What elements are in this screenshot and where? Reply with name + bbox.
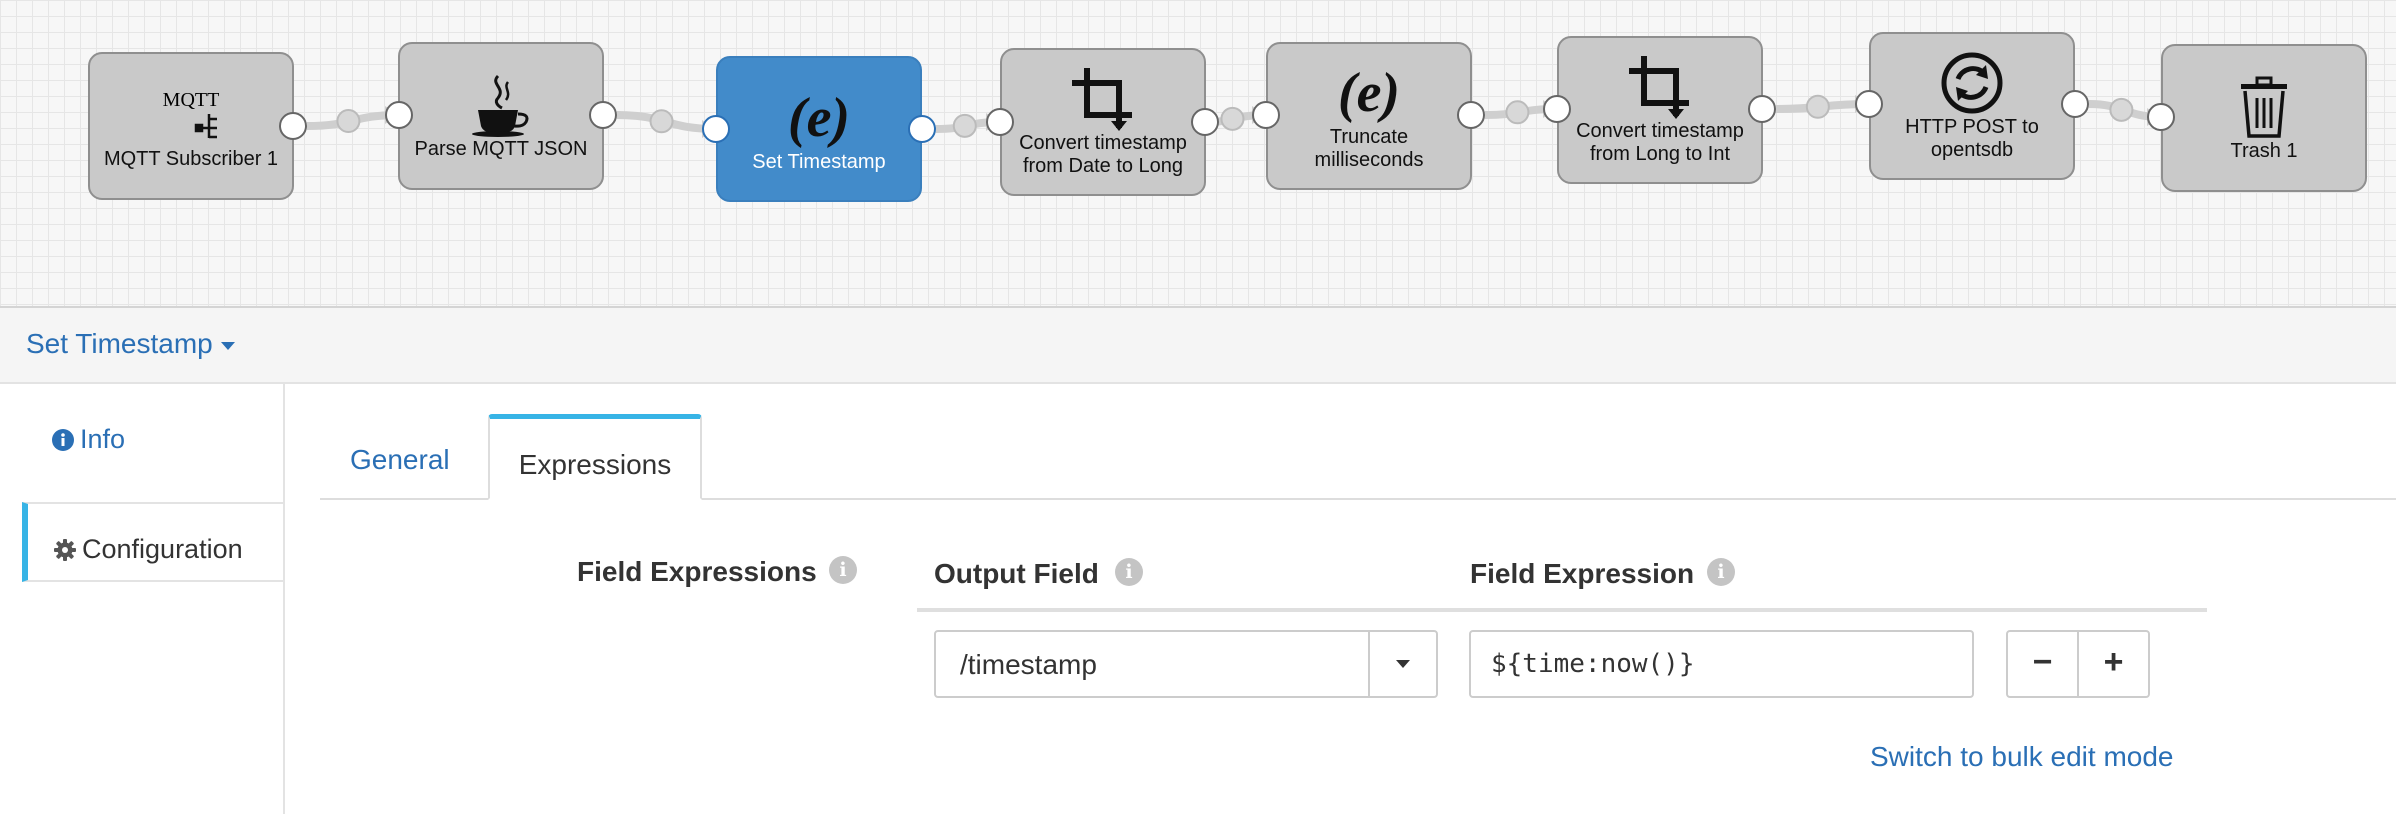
sync-icon (1938, 50, 2006, 116)
field-expressions-label: Field Expressions (577, 556, 817, 587)
nav-info[interactable]: Info (22, 394, 283, 474)
svg-text:MQTT: MQTT (163, 89, 220, 111)
info-icon[interactable]: i (1115, 558, 1143, 586)
output-port[interactable] (2061, 90, 2089, 118)
mqtt-icon: MQTT (151, 82, 231, 148)
input-port[interactable] (1855, 90, 1883, 118)
output-port[interactable] (1748, 95, 1776, 123)
field-expression-header: Field Expression (1470, 558, 1695, 589)
stage-node-mqtt-subscriber[interactable]: MQTT MQTT Subscriber 1 (88, 52, 294, 200)
tab-expressions[interactable]: Expressions (488, 414, 702, 500)
stage-node-label: Convert timestamp from Long to Int (1576, 120, 1744, 165)
stage-node-set-timestamp[interactable]: (e) Set Timestamp (716, 56, 922, 202)
input-port[interactable] (986, 108, 1014, 136)
field-expression-input[interactable]: ${time:now()} (1469, 630, 1974, 698)
output-port[interactable] (1191, 108, 1219, 136)
stage-node-parse-json[interactable]: Parse MQTT JSON (398, 42, 604, 190)
remove-row-button[interactable]: − (2006, 630, 2079, 698)
input-port[interactable] (1252, 101, 1280, 129)
stage-node-convert-long-to-int[interactable]: Convert timestamp from Long to Int (1557, 36, 1763, 184)
stage-node-label: Truncate milliseconds (1314, 126, 1424, 171)
output-field-value: /timestamp (960, 649, 1097, 680)
config-tabs: General Expressions (320, 414, 2396, 500)
stage-node-label: MQTT Subscriber 1 (103, 147, 279, 170)
stage-node-trash[interactable]: Trash 1 (2161, 44, 2367, 192)
stage-node-convert-date-to-long[interactable]: Convert timestamp from Date to Long (1000, 48, 1206, 196)
info-icon[interactable]: i (1707, 558, 1735, 586)
nav-configuration[interactable]: Configuration (22, 502, 283, 582)
caret-down-icon (220, 341, 235, 350)
add-row-button[interactable]: + (2077, 630, 2150, 698)
output-field-header: Output Field (934, 558, 1099, 589)
bulk-edit-link[interactable]: Switch to bulk edit mode (1870, 741, 2174, 773)
record-preview-icon[interactable] (952, 113, 977, 138)
record-preview-icon[interactable] (1220, 106, 1245, 131)
field-expression-value: ${time:now()} (1491, 649, 1695, 679)
pipeline-canvas[interactable]: MQTT MQTT Subscriber 1 Parse MQTT JSON (… (0, 0, 2396, 308)
input-port[interactable] (702, 115, 730, 143)
crop-icon (1628, 54, 1692, 120)
stage-node-label: Convert timestamp from Date to Long (1019, 132, 1187, 177)
dropdown-toggle-button[interactable] (1368, 632, 1436, 696)
stage-title-dropdown[interactable]: Set Timestamp (26, 328, 235, 360)
stage-node-label: Parse MQTT JSON (414, 137, 588, 160)
tab-general[interactable]: General (350, 414, 490, 498)
stage-node-label: Trash 1 (2230, 139, 2298, 162)
info-circle-icon (52, 427, 74, 458)
output-port[interactable] (279, 112, 307, 140)
input-port[interactable] (2147, 103, 2175, 131)
record-preview-icon[interactable] (1505, 100, 1530, 125)
expression-icon: (e) (1337, 62, 1401, 124)
nav-info-label: Info (80, 424, 126, 454)
output-port[interactable] (1457, 101, 1485, 129)
stage-node-label: HTTP POST to opentsdb (1905, 116, 2039, 161)
stage-node-label: Set Timestamp (752, 150, 886, 173)
record-preview-icon[interactable] (336, 109, 361, 134)
stage-node-http-post[interactable]: HTTP POST to opentsdb (1869, 32, 2075, 180)
output-port[interactable] (589, 101, 617, 129)
record-preview-icon[interactable] (649, 109, 674, 134)
trash-icon (2239, 74, 2289, 140)
left-nav: Info Configuration (0, 384, 285, 814)
java-cup-icon (468, 72, 534, 138)
stage-header-bar: Set Timestamp (0, 308, 2396, 384)
expression-icon: (e) (787, 86, 851, 149)
record-preview-icon[interactable] (2109, 97, 2134, 122)
column-divider (917, 608, 2207, 612)
stage-title-text: Set Timestamp (26, 328, 213, 359)
nav-configuration-label: Configuration (82, 534, 243, 564)
stage-node-truncate-milliseconds[interactable]: (e) Truncate milliseconds (1266, 42, 1472, 190)
crop-icon (1071, 66, 1135, 132)
output-port[interactable] (908, 115, 936, 143)
record-preview-icon[interactable] (1805, 94, 1830, 119)
input-port[interactable] (385, 101, 413, 129)
gear-icon (54, 537, 76, 568)
input-port[interactable] (1543, 95, 1571, 123)
info-icon[interactable]: i (829, 556, 857, 584)
output-field-select[interactable]: /timestamp (934, 630, 1438, 698)
